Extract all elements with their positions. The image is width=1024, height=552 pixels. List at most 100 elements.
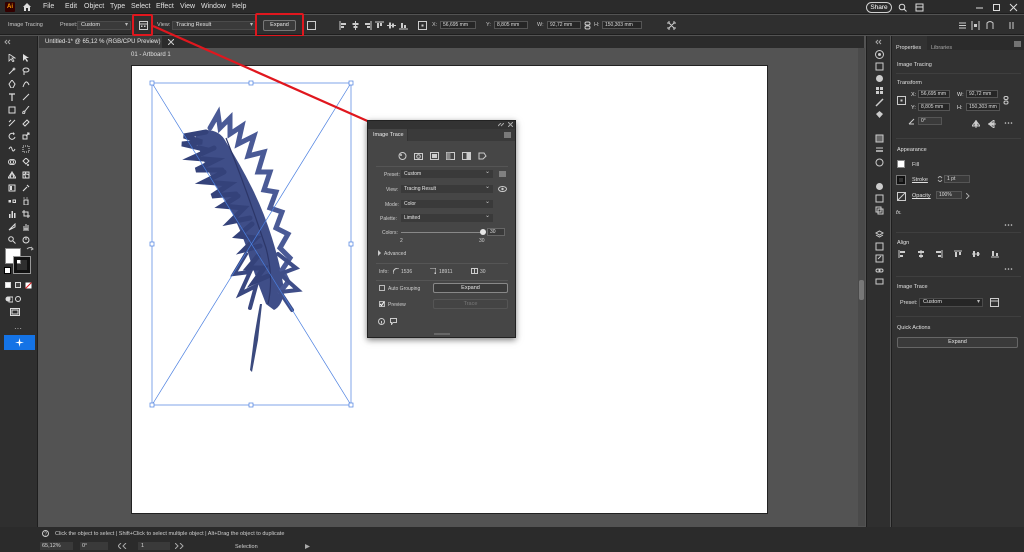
align-bottom-icon[interactable]	[399, 21, 408, 30]
shape-builder-tool-icon[interactable]	[8, 158, 16, 166]
stroke-panel-icon[interactable]	[875, 146, 884, 155]
traced-feather-image[interactable]	[146, 78, 358, 410]
panel-menu-icon[interactable]	[504, 132, 511, 138]
control-x-field[interactable]: 56,695 mm	[440, 21, 476, 29]
opacity-field[interactable]: 100%	[936, 191, 962, 199]
preset-dropdown[interactable]: Custom	[919, 298, 983, 307]
artboard-next-icon[interactable]	[175, 543, 191, 549]
panel-expand-button[interactable]: Expand	[433, 283, 508, 293]
effects-icon[interactable]: fx.	[896, 210, 902, 216]
align-right-icon[interactable]	[935, 250, 943, 258]
auto-grouping-checkbox[interactable]	[379, 285, 385, 291]
fill-color-swatch[interactable]	[897, 160, 905, 168]
direct-selection-tool-icon[interactable]	[22, 54, 30, 62]
scale-tool-icon[interactable]	[22, 132, 30, 140]
vertical-scroll-thumb[interactable]	[859, 280, 864, 300]
preset-dropdown[interactable]: Custom	[401, 169, 493, 178]
maximize-icon[interactable]	[992, 3, 1001, 12]
line-tool-icon[interactable]	[22, 93, 30, 101]
x-field[interactable]: 56,695 mm	[918, 90, 950, 98]
pen-tool-icon[interactable]	[8, 80, 16, 88]
more-appearance-icon[interactable]	[1004, 222, 1013, 228]
edit-toolbar-icon[interactable]: ···	[14, 324, 22, 333]
selection-tool-icon[interactable]	[8, 54, 16, 62]
high-color-preset-icon[interactable]	[414, 152, 423, 160]
grayscale-preset-icon[interactable]	[446, 152, 455, 160]
stroke-stepper-icon[interactable]	[937, 176, 943, 182]
search-icon[interactable]	[898, 3, 907, 12]
brushes-icon[interactable]	[875, 98, 884, 107]
menu-select[interactable]: Select	[131, 3, 150, 10]
black-white-preset-icon[interactable]	[462, 152, 471, 160]
gradient-mode-icon[interactable]	[15, 282, 21, 288]
reference-point-icon[interactable]	[897, 96, 906, 105]
live-paint-tool-icon[interactable]	[22, 158, 30, 166]
align-left-icon[interactable]	[339, 21, 348, 30]
stroke-weight-field[interactable]: 1 pt	[944, 175, 970, 183]
close-tab-icon[interactable]	[168, 39, 174, 45]
colors-value-field[interactable]: 30	[487, 228, 505, 236]
gradient-panel-icon[interactable]	[875, 134, 884, 143]
stroke-swatch[interactable]	[13, 256, 31, 274]
swatches-icon[interactable]	[875, 86, 884, 95]
preview-checkbox[interactable]	[379, 301, 385, 307]
zoom-tool-icon[interactable]	[8, 236, 16, 244]
hand-tool-icon[interactable]	[22, 223, 30, 231]
w-field[interactable]: 92,72 mm	[966, 90, 998, 98]
more-align-icon[interactable]	[1004, 266, 1013, 272]
eraser-tool-icon[interactable]	[22, 119, 30, 127]
feedback-icon[interactable]	[390, 318, 397, 325]
control-preset-dropdown[interactable]: Custom	[77, 21, 131, 30]
asset-export-icon[interactable]	[875, 254, 884, 263]
rotate-field[interactable]: 0°	[918, 117, 942, 125]
reference-point-icon[interactable]	[418, 21, 427, 30]
tab-libraries[interactable]: Libraries	[931, 45, 952, 51]
colors-slider-thumb[interactable]	[480, 229, 486, 235]
learn-icon[interactable]	[875, 50, 884, 59]
align-top-icon[interactable]	[375, 21, 384, 30]
blend-tool-icon[interactable]	[8, 197, 16, 205]
curvature-tool-icon[interactable]	[22, 80, 30, 88]
rotation-dropdown[interactable]: 0°	[80, 542, 108, 550]
align-hcenter-icon[interactable]	[351, 21, 360, 30]
align-vcenter-icon[interactable]	[972, 250, 980, 258]
close-icon[interactable]	[1009, 3, 1018, 12]
default-colors-icon[interactable]	[4, 267, 11, 274]
layers-icon[interactable]	[875, 230, 884, 239]
draw-behind-icon[interactable]	[15, 295, 23, 303]
share-button[interactable]: Share	[866, 2, 892, 13]
perspective-grid-tool-icon[interactable]	[8, 171, 16, 179]
resize-grip[interactable]	[434, 333, 450, 335]
distribute-icon[interactable]	[971, 21, 980, 30]
properties-menu-icon[interactable]	[1014, 41, 1021, 47]
rectangle-tool-icon[interactable]	[8, 106, 16, 114]
menu-help[interactable]: Help	[232, 3, 246, 10]
y-field[interactable]: 8,805 mm	[918, 103, 950, 111]
opacity-label[interactable]: Opacity	[912, 193, 931, 199]
pathfinder-icon[interactable]	[875, 206, 884, 215]
preset-menu-icon[interactable]	[499, 171, 506, 177]
draw-normal-icon[interactable]	[5, 295, 13, 303]
graphic-styles-icon[interactable]	[875, 194, 884, 203]
transparency-icon[interactable]	[875, 158, 884, 167]
artboard-prev-icon[interactable]	[118, 543, 134, 549]
view-dropdown[interactable]: Tracing Result	[401, 184, 493, 193]
artboard-number-dropdown[interactable]: 1	[138, 542, 170, 550]
isolate-icon[interactable]	[986, 21, 995, 30]
align-bottom-icon[interactable]	[991, 250, 999, 258]
mode-dropdown[interactable]: Color	[401, 199, 493, 208]
control-w-field[interactable]: 92,72 mm	[547, 21, 581, 29]
current-tool-label[interactable]: Selection	[235, 544, 258, 550]
image-trace-panel-icon[interactable]	[990, 298, 999, 307]
more-options-icon[interactable]	[1008, 21, 1017, 30]
control-view-dropdown[interactable]: Tracing Result	[172, 21, 256, 30]
menu-window[interactable]: Window	[201, 3, 226, 10]
slice-tool-icon[interactable]	[8, 223, 16, 231]
artboard-tool-icon[interactable]	[22, 210, 30, 218]
home-icon[interactable]	[22, 2, 32, 12]
menu-edit[interactable]: Edit	[65, 3, 77, 10]
menu-view[interactable]: View	[180, 3, 195, 10]
menu-type[interactable]: Type	[110, 3, 125, 10]
none-mode-icon[interactable]	[25, 282, 32, 289]
status-menu-icon[interactable]	[305, 544, 310, 549]
